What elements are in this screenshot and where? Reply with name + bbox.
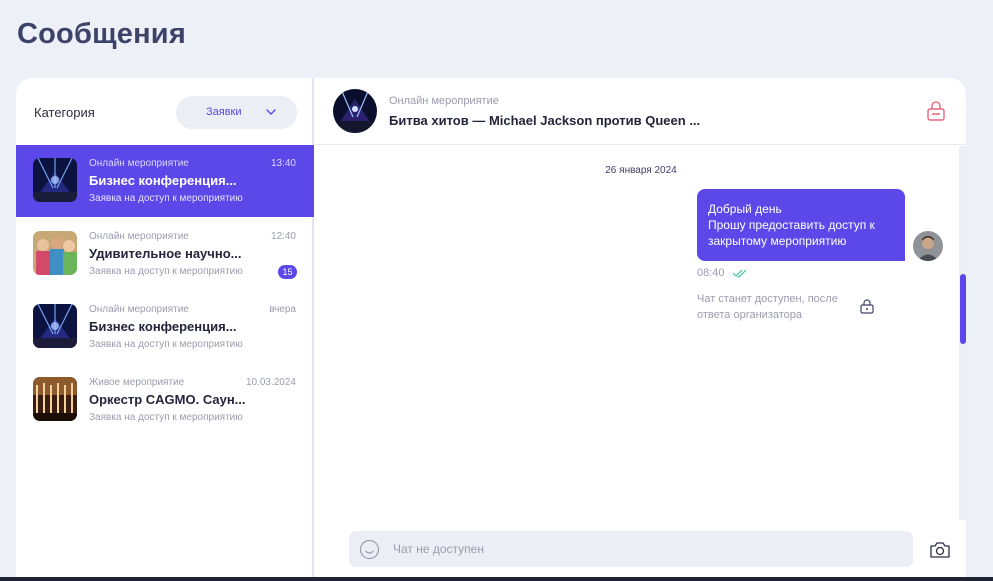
conversation-time: вчера: [269, 304, 296, 315]
chat-title: Битва хитов — Michael Jackson против Que…: [389, 113, 701, 128]
message-line: Добрый день: [708, 202, 782, 216]
message-line: Прошу предоставить доступ к: [708, 218, 875, 232]
smile-icon[interactable]: [359, 539, 380, 560]
conversation-kind: Онлайн мероприятие: [89, 158, 189, 169]
messages-panel: Категория Заявки Онлайн мероприятие 13:4…: [16, 78, 966, 577]
conversation-item[interactable]: Онлайн мероприятие 12:40 Удивительное на…: [16, 218, 314, 290]
message-input[interactable]: Чат не доступен: [349, 531, 913, 567]
event-thumbnail: [33, 304, 77, 348]
conversation-subtitle: Заявка на доступ к мероприятию: [89, 412, 243, 423]
unread-badge: 15: [278, 265, 297, 279]
category-select[interactable]: Заявки: [176, 96, 297, 129]
date-separator: 26 января 2024: [605, 165, 677, 176]
conversation-item[interactable]: Онлайн мероприятие вчера Бизнес конферен…: [16, 291, 314, 363]
page-title: Сообщения: [17, 18, 186, 50]
category-label: Категория: [34, 105, 95, 120]
message-line: закрытому мероприятию: [708, 234, 847, 248]
conversation-time: 10.03.2024: [245, 377, 296, 388]
conversation-subtitle: Заявка на доступ к мероприятию: [89, 266, 243, 277]
conversation-name: Удивительное научно...: [89, 246, 242, 261]
camera-icon[interactable]: [929, 540, 951, 560]
conversation-item[interactable]: Онлайн мероприятие 13:40 Бизнес конферен…: [16, 145, 314, 217]
conversation-kind: Живое мероприятие: [89, 377, 185, 388]
conversation-name: Оркестр CAGMO. Саун...: [89, 392, 246, 407]
event-thumbnail: [33, 158, 77, 202]
event-thumbnail: [33, 231, 77, 275]
conversation-name: Бизнес конференция...: [89, 173, 237, 188]
lock-icon[interactable]: [925, 100, 947, 122]
chat-event-kind: Онлайн мероприятие: [389, 95, 499, 107]
message-bubble: Добрый день Прошу предоставить доступ к …: [697, 189, 905, 261]
conversation-item[interactable]: Живое мероприятие 10.03.2024 Оркестр CAG…: [16, 364, 314, 436]
conversation-list: Категория Заявки Онлайн мероприятие 13:4…: [16, 78, 314, 577]
conversation-time: 12:40: [270, 231, 296, 242]
conversation-subtitle: Заявка на доступ к мероприятию: [89, 193, 243, 204]
chat-body: 26 января 2024 Добрый день Прошу предост…: [316, 146, 966, 577]
chat-header: Онлайн мероприятие Битва хитов — Michael…: [316, 78, 966, 145]
chevron-down-icon: [266, 109, 276, 115]
lock-icon: [860, 299, 874, 314]
conversation-name: Бизнес конференция...: [89, 319, 237, 334]
conversation-time: 13:40: [270, 158, 296, 169]
avatar: [913, 231, 943, 261]
double-check-icon: [732, 269, 747, 278]
conversation-kind: Онлайн мероприятие: [89, 231, 189, 242]
chat-closed-note: Чат станет доступен, после ответа органи…: [697, 293, 838, 321]
conversation-subtitle: Заявка на доступ к мероприятию: [89, 339, 243, 350]
conversation-kind: Онлайн мероприятие: [89, 304, 189, 315]
category-value: Заявки: [206, 106, 242, 118]
scrollbar-thumb[interactable]: [960, 274, 966, 344]
bottom-border: [0, 577, 993, 581]
message-time: 08:40: [697, 267, 725, 279]
input-placeholder: Чат не доступен: [393, 542, 484, 556]
event-avatar: [333, 89, 377, 133]
event-thumbnail: [33, 377, 77, 421]
